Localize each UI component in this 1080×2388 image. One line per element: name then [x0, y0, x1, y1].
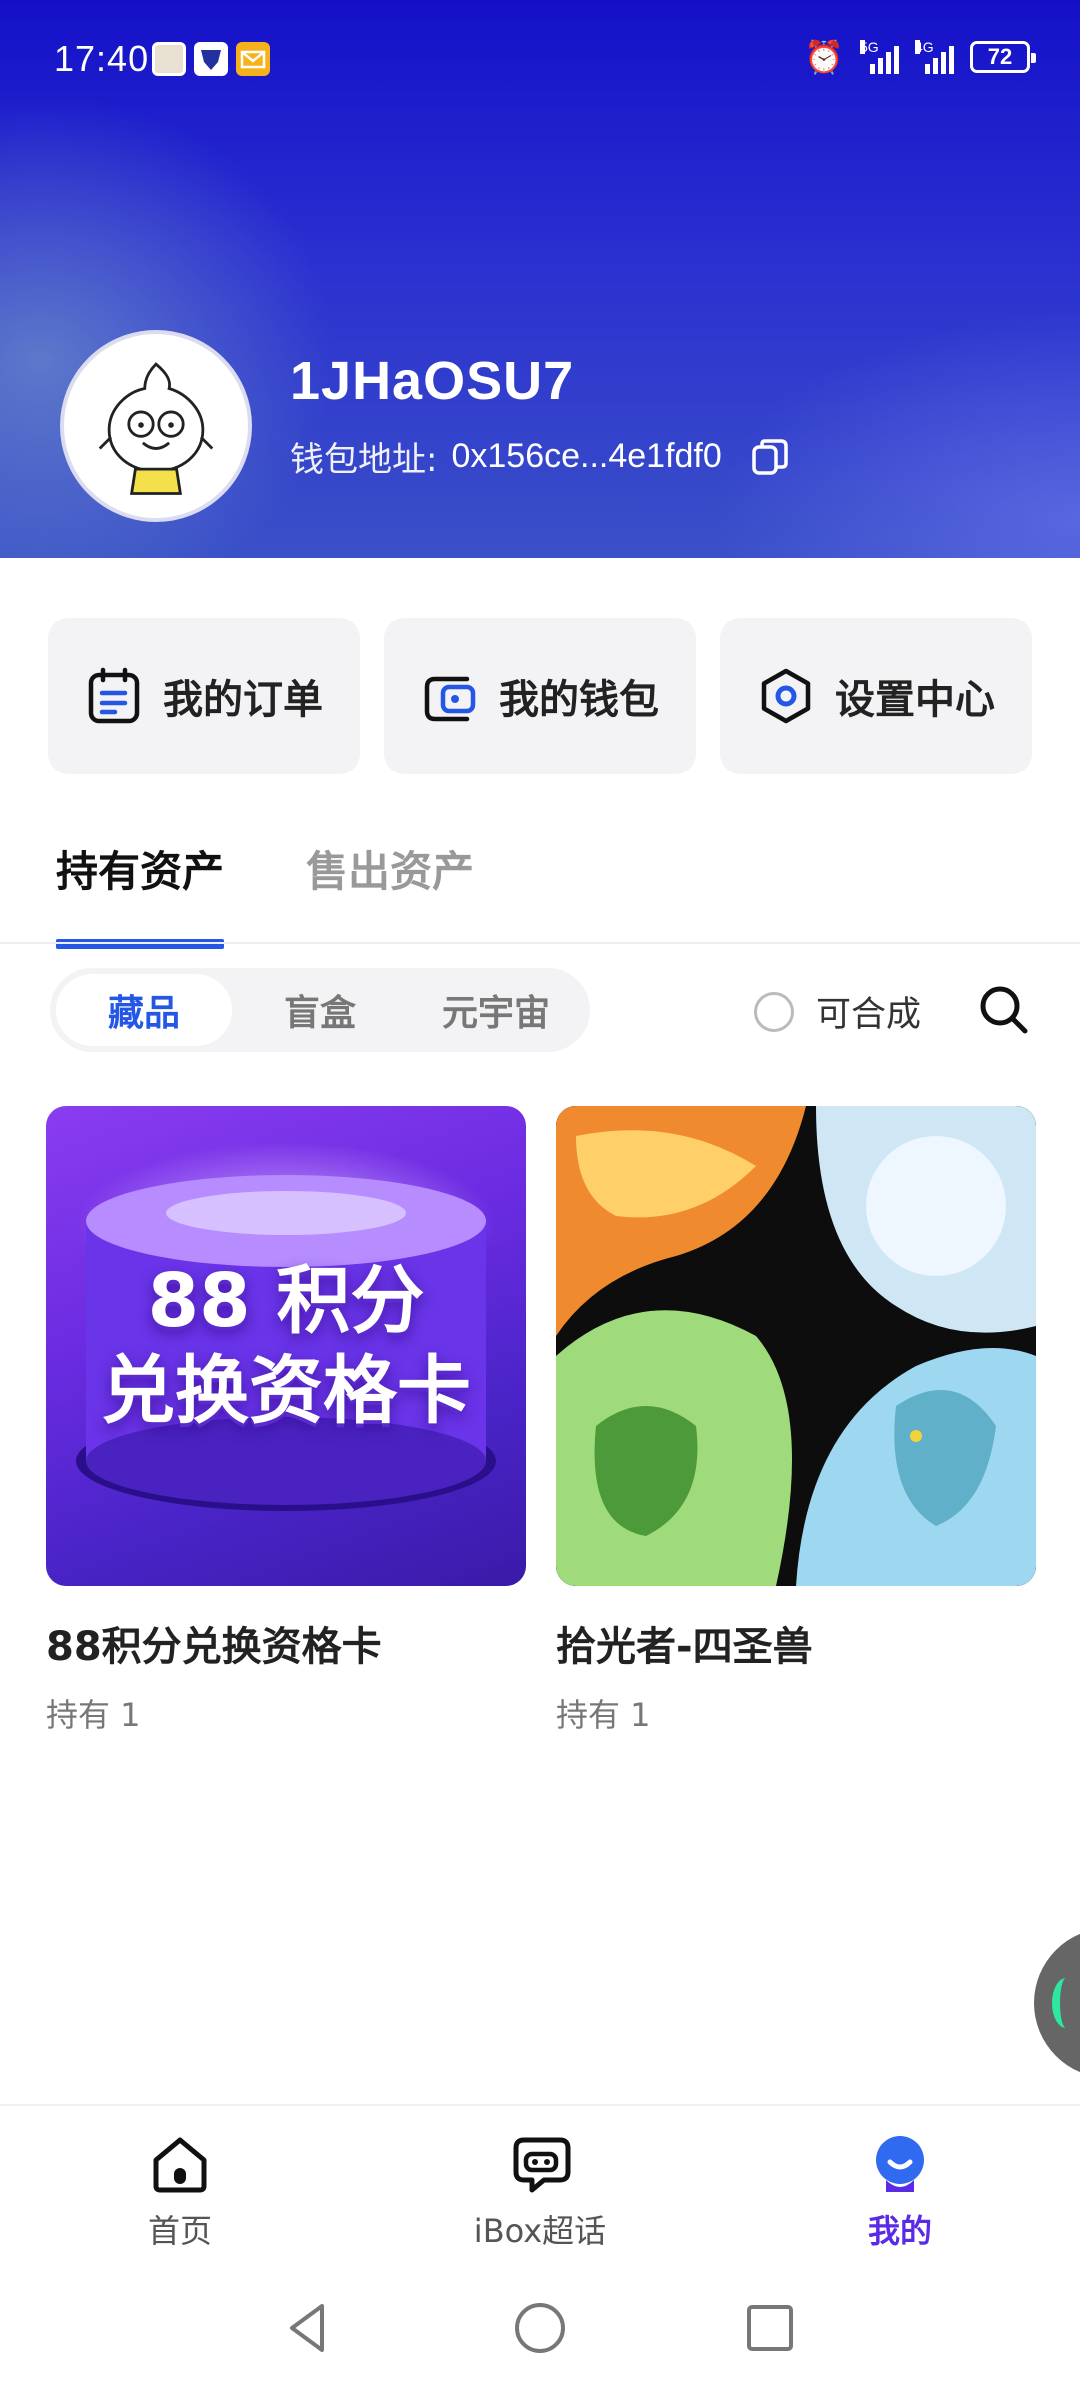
card-image-four-beasts — [556, 1106, 1036, 1586]
wallet-address: 0x156ce...4e1fdf0 — [451, 437, 722, 475]
battery-level: 72 — [987, 44, 1013, 69]
wallet-icon — [424, 676, 476, 722]
card-count: 持有 1 — [556, 1696, 651, 1734]
profile-header: 17:40 ⏰ 5G 4G 72 1JHaOSU7 钱包地址: 0x156ce.… — [0, 0, 1080, 558]
alarm-icon: ⏰ — [804, 38, 844, 76]
collection-grid: 88 积分 兑换资格卡 88积分兑换资格卡 持有 1 拾光者-四圣兽 持有 1 — [46, 1106, 1036, 1736]
card-image-line-2: 兑换资格卡 — [101, 1348, 471, 1434]
mail-notification-icon — [236, 42, 270, 76]
system-navigation-bar — [0, 2274, 1080, 2388]
card-title: 88积分兑换资格卡 — [46, 1624, 382, 1670]
nav-mine-label: 我的 — [867, 2212, 932, 2250]
settings-icon — [761, 668, 811, 724]
card-image-points-card: 88 积分 兑换资格卡 — [46, 1106, 526, 1586]
composable-label: 可合成 — [816, 995, 922, 1035]
profile-icon — [876, 2136, 924, 2192]
segment-metaverse[interactable]: 元宇宙 — [408, 974, 584, 1046]
floating-action-button[interactable] — [1034, 1928, 1080, 2078]
tab-divider — [0, 942, 1080, 944]
signal-4g-icon: 4G — [915, 40, 954, 74]
avatar-character-icon — [98, 362, 214, 495]
username: 1JHaOSU7 — [290, 351, 575, 411]
back-icon[interactable] — [278, 2298, 338, 2358]
segment-collectibles[interactable]: 藏品 — [56, 974, 232, 1046]
signal-5g-label: 5G — [860, 39, 879, 55]
wallet-address-row: 钱包地址: 0x156ce...4e1fdf0 — [290, 432, 790, 481]
card-image-line-1: 88 积分 — [147, 1258, 425, 1344]
card-image-caption: 88 积分 兑换资格卡 — [46, 1256, 526, 1436]
battery-icon: 72 — [970, 41, 1036, 73]
signal-4g-label: 4G — [915, 39, 934, 55]
segment-blind-box[interactable]: 盲盒 — [232, 974, 408, 1046]
card-count: 持有 1 — [46, 1696, 141, 1734]
tab-held-assets[interactable]: 持有资产 — [56, 838, 225, 949]
copy-icon[interactable] — [750, 437, 790, 477]
nav-home[interactable]: 首页 — [60, 2132, 300, 2252]
nav-mine[interactable]: 我的 — [780, 2132, 1020, 2252]
composable-radio[interactable] — [754, 991, 794, 1032]
home-icon — [153, 2137, 207, 2193]
photo-notification-icon — [152, 42, 186, 76]
four-beasts-artwork — [556, 1106, 1036, 1586]
nav-ibox-topics[interactable]: iBox超话 — [420, 2132, 660, 2252]
collection-card[interactable]: 88 积分 兑换资格卡 88积分兑换资格卡 持有 1 — [46, 1106, 526, 1736]
nav-ibox-topics-label: iBox超话 — [473, 2212, 607, 2250]
status-indicators: ⏰ 5G 4G 72 — [804, 38, 1036, 76]
quick-actions: 我的订单 我的钱包 设置中心 — [48, 618, 1032, 774]
home-circle-icon[interactable] — [510, 2298, 570, 2358]
signal-5g-icon: 5G — [860, 40, 899, 74]
recents-icon[interactable] — [740, 2298, 800, 2358]
chat-icon — [513, 2137, 571, 2193]
my-wallet-label: 我的钱包 — [499, 677, 659, 723]
composable-filter[interactable]: 可合成 — [754, 986, 921, 1037]
orders-icon — [88, 667, 140, 724]
category-segment: 藏品 盲盒 元宇宙 — [50, 968, 590, 1052]
asset-tabs: 持有资产 售出资产 — [56, 838, 474, 949]
collection-card[interactable]: 拾光者-四圣兽 持有 1 — [556, 1106, 1036, 1736]
avatar[interactable] — [60, 330, 252, 522]
my-wallet-button[interactable]: 我的钱包 — [384, 618, 696, 774]
wallet-label: 钱包地址: — [290, 440, 438, 480]
card-title: 拾光者-四圣兽 — [556, 1624, 813, 1670]
bottom-nav: 首页 iBox超话 我的 — [0, 2104, 1080, 2274]
tab-sold-assets[interactable]: 售出资产 — [306, 838, 474, 949]
my-orders-label: 我的订单 — [163, 677, 323, 723]
status-bar: 17:40 ⏰ 5G 4G 72 — [0, 0, 1080, 120]
app-notification-icon — [194, 42, 228, 76]
my-orders-button[interactable]: 我的订单 — [48, 618, 360, 774]
status-time: 17:40 — [54, 38, 150, 79]
settings-center-label: 设置中心 — [835, 677, 995, 723]
search-icon[interactable] — [978, 984, 1030, 1036]
settings-center-button[interactable]: 设置中心 — [720, 618, 1032, 774]
nav-home-label: 首页 — [147, 2212, 212, 2250]
notification-icons — [152, 42, 270, 76]
